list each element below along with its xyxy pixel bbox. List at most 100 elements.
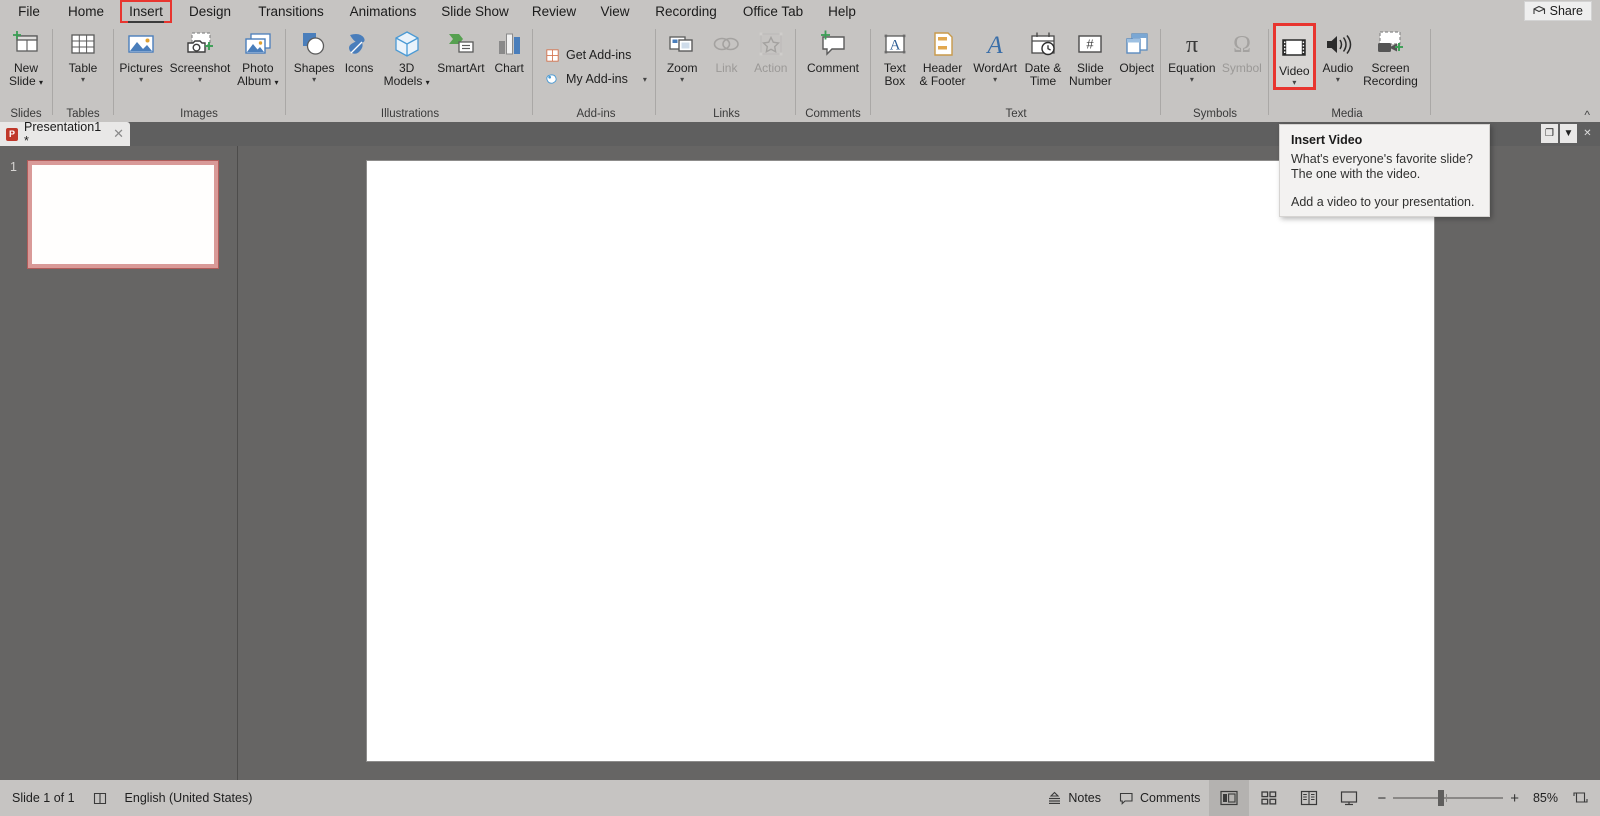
ribbon-button-label: My Add-ins <box>566 72 628 86</box>
ribbon-button-label: Get Add-ins <box>566 48 631 62</box>
slide-canvas[interactable] <box>367 161 1434 761</box>
zoom-level-label[interactable]: 85% <box>1527 780 1564 816</box>
ribbon-tab-label: File <box>18 4 40 19</box>
ribbon-tab-recording[interactable]: Recording <box>646 0 726 23</box>
ribbon-button-equation[interactable]: πEquation▾ <box>1165 23 1218 84</box>
zoom-track[interactable] <box>1393 797 1503 799</box>
ribbon-button-chart[interactable]: Chart <box>489 23 529 75</box>
ribbon-button-date-time[interactable]: Date & Time <box>1022 23 1065 88</box>
ribbon-button-text-box[interactable]: AText Box <box>875 23 915 88</box>
share-icon <box>1533 5 1546 17</box>
ribbon-button-get-add-ins[interactable]: Get Add-ins <box>540 43 635 67</box>
ribbon-button-screenshot[interactable]: Screenshot▾ <box>167 23 234 84</box>
ribbon-button-symbol[interactable]: ΩSymbol <box>1219 23 1265 75</box>
text-box-icon: A <box>880 26 910 62</box>
tab-list-dropdown[interactable]: ▼ <box>1560 124 1577 143</box>
ribbon-button-pictures[interactable]: Pictures▾ <box>116 23 165 84</box>
fit-slide-button[interactable] <box>1564 780 1600 816</box>
ribbon-button-label: Icons <box>345 62 374 75</box>
share-button[interactable]: Share <box>1524 1 1592 21</box>
ribbon-button-zoom[interactable]: Zoom▾ <box>662 23 702 84</box>
ribbon-tab-review[interactable]: Review <box>525 0 583 23</box>
chevron-down-icon[interactable]: ▾ <box>1336 75 1340 84</box>
ribbon-group-label: Text <box>874 108 1158 120</box>
ribbon-button-photo-album[interactable]: PhotoAlbum ▾ <box>234 23 281 89</box>
zoom-slider[interactable]: − + <box>1369 790 1527 807</box>
spellcheck-button[interactable] <box>84 780 116 816</box>
comments-label: Comments <box>1140 791 1200 805</box>
chevron-down-icon[interactable]: ▾ <box>39 78 43 87</box>
slide-sorter-button[interactable] <box>1249 780 1289 816</box>
language-indicator[interactable]: English (United States) <box>116 780 262 816</box>
chevron-down-icon[interactable]: ▾ <box>81 75 85 84</box>
chevron-down-icon[interactable]: ▾ <box>198 75 202 84</box>
ribbon-tab-home[interactable]: Home <box>60 0 112 23</box>
zoom-out-button[interactable]: − <box>1377 790 1386 807</box>
ribbon-tab-file[interactable]: File <box>8 0 50 23</box>
ribbon-group-comments: CommentComments <box>798 23 868 122</box>
ribbon-button-screen-recording[interactable]: Screen Recording <box>1360 23 1421 88</box>
zoom-in-button[interactable]: + <box>1510 790 1519 807</box>
ribbon-button-label: Symbol <box>1222 62 1262 75</box>
ribbon-tab-transitions[interactable]: Transitions <box>248 0 334 23</box>
slide-editor-pane <box>239 146 1600 780</box>
ribbon-button-shapes[interactable]: Shapes▾ <box>291 23 338 84</box>
slide-thumbnail-pane[interactable]: 1 <box>0 146 238 780</box>
slide-thumbnail-1[interactable] <box>28 161 218 268</box>
ribbon-button-table[interactable]: Table▾ <box>63 23 103 84</box>
ribbon-button-comment[interactable]: Comment <box>804 23 862 75</box>
ribbon-button-object[interactable]: Object <box>1116 23 1157 75</box>
ribbon-button-icons[interactable]: Icons <box>339 23 379 75</box>
chevron-down-icon[interactable]: ▾ <box>275 78 279 87</box>
collapse-ribbon-icon[interactable]: ^ <box>1584 108 1590 122</box>
chevron-down-icon[interactable]: ▾ <box>426 78 430 87</box>
chevron-down-icon[interactable]: ▾ <box>312 75 316 84</box>
chevron-down-icon[interactable]: ▾ <box>1190 75 1194 84</box>
ribbon-button-smartart[interactable]: SmartArt <box>434 23 487 75</box>
ribbon-button-wordart[interactable]: AWordArt▾ <box>970 23 1020 84</box>
zoom-handle[interactable] <box>1438 790 1444 806</box>
ribbon-button-video[interactable]: Video▾ <box>1273 23 1315 90</box>
ribbon-button-label: Date & Time <box>1025 62 1062 88</box>
ribbon-button-header-footer[interactable]: Header & Footer <box>917 23 969 88</box>
slide-show-button[interactable] <box>1329 780 1369 816</box>
notes-label: Notes <box>1068 791 1101 805</box>
chevron-down-icon[interactable]: ▾ <box>643 75 647 84</box>
svg-text:#: # <box>1087 37 1095 52</box>
ribbon-button-my-add-ins[interactable]: My Add-ins ▾ <box>540 67 651 91</box>
ribbon-button-action[interactable]: Action <box>751 23 791 75</box>
fit-slide-icon <box>1573 791 1588 805</box>
chevron-down-icon[interactable]: ▾ <box>1292 78 1296 87</box>
ribbon-button-3d-models[interactable]: 3DModels ▾ <box>381 23 433 89</box>
new-tab-button[interactable]: ❐ <box>1541 124 1558 143</box>
ribbon-tab-office-tab[interactable]: Office Tab <box>733 0 813 23</box>
ribbon-tab-animations[interactable]: Animations <box>339 0 427 23</box>
ribbon-tab-view[interactable]: View <box>592 0 638 23</box>
ribbon-button-link[interactable]: Link <box>706 23 746 75</box>
ribbon-group-slides: NewSlide ▾Slides <box>0 23 52 122</box>
notes-button[interactable]: Notes <box>1038 780 1110 816</box>
ribbon-button-label: Comment <box>807 62 859 75</box>
screen-recording-icon <box>1375 29 1405 59</box>
tab-close-button[interactable]: ✕ <box>1579 124 1596 143</box>
chevron-down-icon[interactable]: ▾ <box>680 75 684 84</box>
comments-button[interactable]: Comments <box>1110 780 1209 816</box>
chevron-down-icon[interactable]: ▾ <box>993 75 997 84</box>
ribbon-tab-insert[interactable]: Insert <box>120 0 172 23</box>
normal-view-button[interactable] <box>1209 780 1249 816</box>
ribbon-tab-label: Office Tab <box>743 4 803 19</box>
ribbon-button-slide-number[interactable]: #Slide Number <box>1066 23 1115 88</box>
ribbon-tab-design[interactable]: Design <box>182 0 238 23</box>
shapes-icon <box>299 26 329 62</box>
document-tab[interactable]: P Presentation1 * ✕ <box>0 122 130 146</box>
close-icon[interactable]: ✕ <box>113 126 124 142</box>
ribbon-tab-slide-show[interactable]: Slide Show <box>434 0 516 23</box>
object-icon <box>1122 29 1152 59</box>
ribbon-button-audio[interactable]: Audio▾ <box>1318 23 1358 84</box>
ribbon-button-new-slide[interactable]: NewSlide ▾ <box>6 23 46 89</box>
ribbon-button-label: Link <box>715 62 737 75</box>
chevron-down-icon[interactable]: ▾ <box>139 75 143 84</box>
ribbon-tab-help[interactable]: Help <box>820 0 864 23</box>
ribbon-tab-label: Design <box>189 4 231 19</box>
reading-view-button[interactable] <box>1289 780 1329 816</box>
